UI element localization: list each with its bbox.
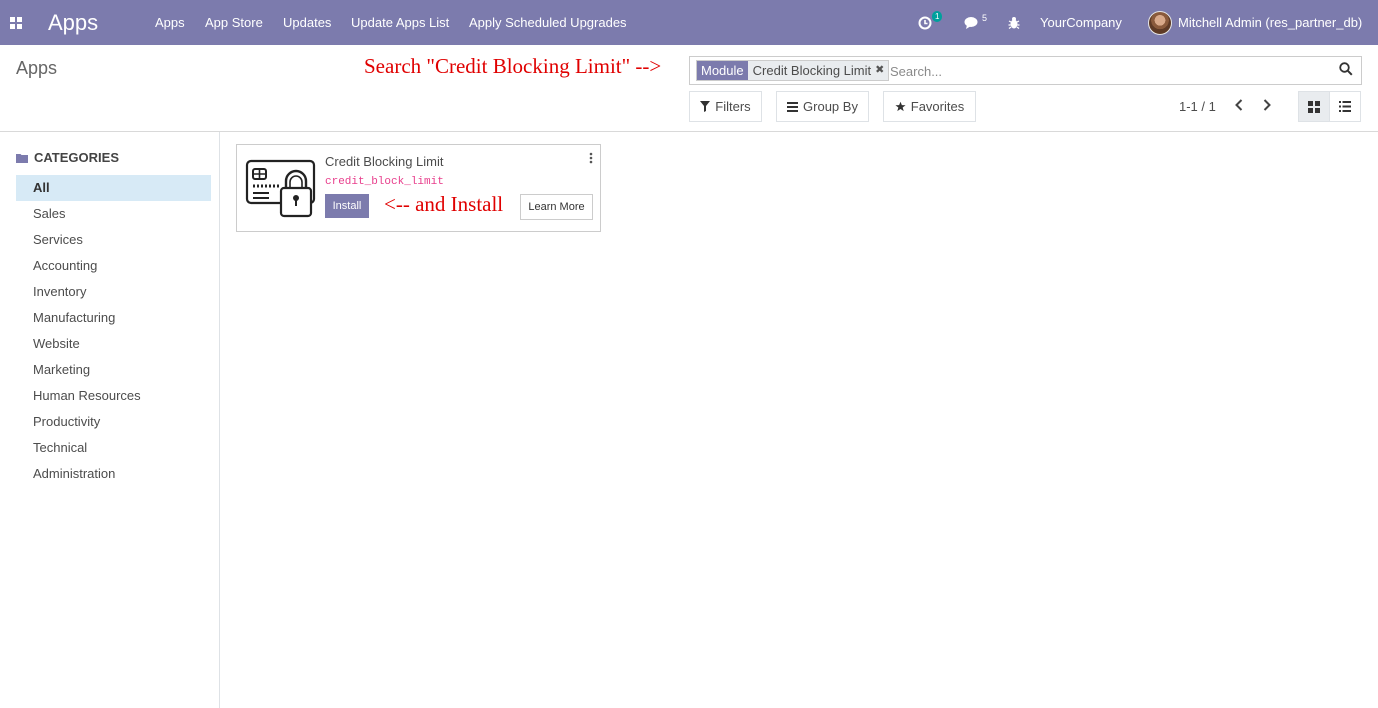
- search-facet: Module Credit Blocking Limit ✖: [696, 60, 890, 81]
- favorites-button[interactable]: Favorites: [883, 91, 976, 122]
- activity-menu[interactable]: 1: [918, 0, 946, 45]
- messages-menu[interactable]: 5: [964, 0, 990, 45]
- category-item-human-resources[interactable]: Human Resources: [16, 383, 211, 409]
- folder-icon: [16, 153, 28, 163]
- user-name: Mitchell Admin (res_partner_db): [1178, 15, 1363, 30]
- category-item-administration[interactable]: Administration: [16, 461, 211, 487]
- category-item-technical[interactable]: Technical: [16, 435, 211, 461]
- kanban-grid-icon: [1308, 100, 1320, 113]
- kanban-view-button[interactable]: [1298, 91, 1330, 122]
- clock-icon: [918, 16, 932, 29]
- pager-next-button[interactable]: [1260, 97, 1274, 113]
- category-item-services[interactable]: Services: [16, 227, 211, 253]
- menu-item-update-apps-list[interactable]: Update Apps List: [351, 0, 449, 45]
- favorites-label: Favorites: [910, 99, 965, 114]
- user-menu[interactable]: Mitchell Admin (res_partner_db): [1148, 0, 1362, 45]
- menu-item-apply-scheduled-upgrades[interactable]: Apply Scheduled Upgrades: [469, 0, 627, 45]
- app-name: Credit Blocking Limit: [325, 154, 444, 169]
- category-list: All Sales Services Accounting Inventory …: [16, 175, 211, 487]
- category-item-productivity[interactable]: Productivity: [16, 409, 211, 435]
- debug-menu[interactable]: [1008, 0, 1022, 45]
- facet-remove-icon[interactable]: ✖: [875, 61, 884, 80]
- annotation-install-hint: <-- and Install: [384, 192, 504, 216]
- search-input[interactable]: [890, 62, 1330, 80]
- learn-more-button[interactable]: Learn More: [520, 194, 593, 220]
- bug-icon: [1008, 17, 1020, 29]
- category-item-all[interactable]: All: [16, 175, 211, 201]
- company-switcher[interactable]: YourCompany: [1040, 0, 1122, 45]
- annotation-search-hint: Search "Credit Blocking Limit" -->: [364, 54, 662, 78]
- app-technical-name: credit_block_limit: [325, 176, 444, 188]
- chevron-right-icon: [1263, 99, 1271, 111]
- group-by-button[interactable]: Group By: [776, 91, 869, 122]
- facet-value: Credit Blocking Limit ✖: [747, 61, 889, 80]
- group-by-label: Group By: [803, 99, 858, 114]
- list-icon: [1339, 101, 1351, 112]
- category-item-marketing[interactable]: Marketing: [16, 357, 211, 383]
- menu-item-app-store[interactable]: App Store: [205, 0, 263, 45]
- pager-value[interactable]: 1-1 / 1: [1179, 99, 1216, 114]
- category-item-sales[interactable]: Sales: [16, 201, 211, 227]
- search-bar[interactable]: Module Credit Blocking Limit ✖: [689, 56, 1362, 85]
- credit-card-lock-icon: [245, 159, 317, 219]
- menu-item-apps[interactable]: Apps: [155, 0, 185, 45]
- bars-icon: [787, 101, 799, 112]
- categories-header: CATEGORIES: [16, 150, 119, 165]
- filters-button[interactable]: Filters: [689, 91, 762, 122]
- page-title: Apps: [16, 58, 58, 78]
- list-view-button[interactable]: [1329, 91, 1361, 122]
- facet-value-text: Credit Blocking Limit: [752, 63, 872, 78]
- category-item-accounting[interactable]: Accounting: [16, 253, 211, 279]
- facet-label: Module: [697, 61, 748, 80]
- pager-previous-button[interactable]: [1232, 97, 1246, 113]
- category-sidebar: CATEGORIES All Sales Services Accounting…: [0, 132, 220, 708]
- avatar: [1148, 10, 1172, 35]
- menu-item-updates[interactable]: Updates: [283, 0, 331, 45]
- filter-icon: [700, 101, 711, 112]
- chat-icon: [964, 16, 978, 29]
- categories-header-label: CATEGORIES: [34, 150, 119, 165]
- search-icon[interactable]: [1339, 62, 1355, 78]
- filters-label: Filters: [715, 99, 751, 114]
- star-icon: [895, 101, 906, 112]
- category-item-manufacturing[interactable]: Manufacturing: [16, 305, 211, 331]
- apps-grid-icon[interactable]: [10, 0, 24, 45]
- app-brand[interactable]: Apps: [48, 0, 98, 45]
- top-navbar: Apps Apps App Store Updates Update Apps …: [0, 0, 1378, 45]
- install-button[interactable]: Install: [325, 194, 369, 218]
- app-card[interactable]: Credit Blocking Limit credit_block_limit…: [236, 144, 601, 232]
- activity-count-badge: 1: [932, 11, 943, 22]
- messages-count: 5: [982, 13, 988, 23]
- chevron-left-icon: [1235, 99, 1243, 111]
- category-item-website[interactable]: Website: [16, 331, 211, 357]
- card-options-icon[interactable]: [588, 152, 594, 164]
- category-item-inventory[interactable]: Inventory: [16, 279, 211, 305]
